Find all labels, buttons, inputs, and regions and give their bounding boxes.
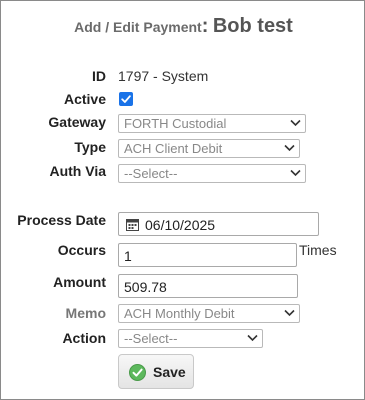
title-separator: : [201, 15, 209, 37]
auth-via-selected-value: --Select-- [124, 166, 178, 181]
gateway-label: Gateway [48, 114, 106, 130]
chevron-down-icon [290, 119, 301, 127]
chevron-down-icon [247, 334, 258, 342]
process-date-value: 06/10/2025 [145, 217, 216, 233]
id-value: 1797 - System [118, 68, 209, 84]
occurs-suffix: Times [299, 242, 337, 258]
id-label: ID [92, 68, 106, 84]
chevron-down-icon [284, 144, 295, 152]
calendar-icon [126, 219, 139, 231]
chevron-down-icon [284, 309, 295, 317]
active-label: Active [63, 91, 106, 107]
title-name: Bob test [212, 15, 293, 37]
page-title: Add / Edit Payment: Bob test [1, 15, 365, 38]
payment-dialog: Add / Edit Payment: Bob test ID 1797 - S… [0, 0, 365, 400]
auth-via-label: Auth Via [49, 163, 106, 179]
title-prefix: Add / Edit Payment [74, 19, 202, 35]
type-selected-value: ACH Client Debit [124, 141, 223, 156]
type-select[interactable]: ACH Client Debit [118, 139, 300, 158]
type-label: Type [74, 139, 106, 155]
memo-selected-value: ACH Monthly Debit [124, 306, 235, 321]
occurs-label: Occurs [57, 242, 106, 258]
save-button-label: Save [153, 364, 186, 380]
process-date-input[interactable]: 06/10/2025 [118, 212, 319, 236]
action-selected-value: --Select-- [124, 331, 178, 346]
process-date-label: Process Date [17, 212, 106, 228]
occurs-input[interactable]: 1 [118, 243, 297, 267]
memo-label: Memo [65, 305, 106, 321]
auth-via-select[interactable]: --Select-- [118, 164, 306, 183]
occurs-value: 1 [124, 248, 132, 264]
chevron-down-icon [290, 169, 301, 177]
amount-input[interactable]: 509.78 [118, 274, 298, 298]
checkmark-icon [121, 95, 131, 103]
action-select[interactable]: --Select-- [118, 329, 263, 348]
gateway-selected-value: FORTH Custodial [124, 116, 227, 131]
amount-value: 509.78 [124, 279, 167, 295]
active-checkbox[interactable] [119, 92, 133, 106]
check-circle-icon [129, 364, 146, 381]
amount-label: Amount [53, 274, 106, 290]
action-label: Action [62, 330, 106, 346]
gateway-select[interactable]: FORTH Custodial [118, 114, 306, 133]
save-button[interactable]: Save [118, 354, 194, 389]
memo-select[interactable]: ACH Monthly Debit [118, 304, 300, 323]
